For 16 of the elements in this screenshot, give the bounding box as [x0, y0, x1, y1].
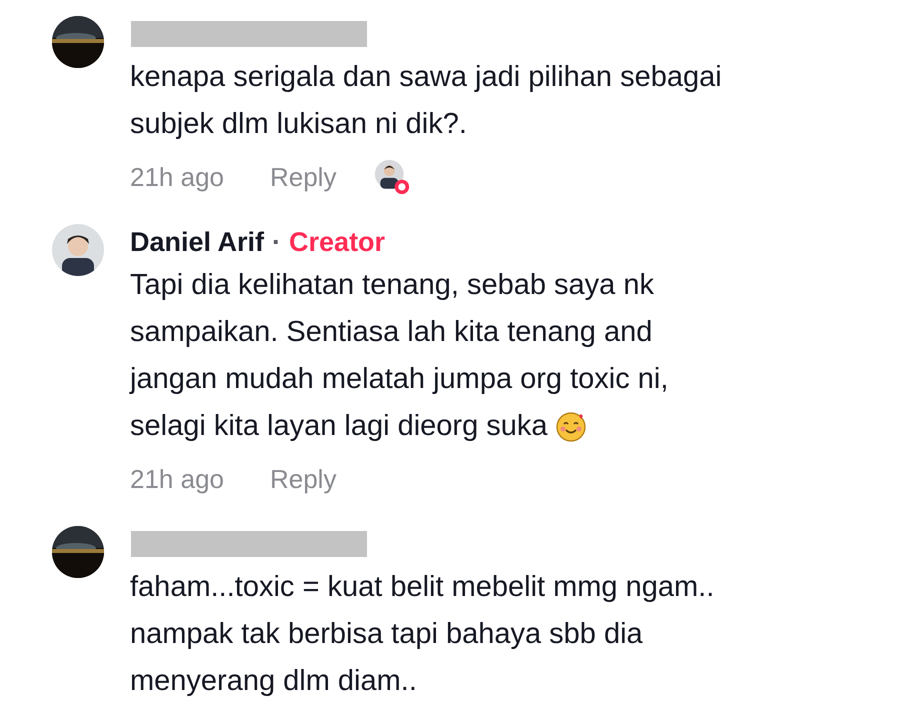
comment-text: kenapa serigala dan sawa jadi pilihan sebagai [130, 60, 722, 95]
separator-dot: · [272, 226, 282, 258]
reply-link[interactable]: Reply [270, 464, 336, 494]
timestamp: 21h ago [130, 464, 224, 494]
comment-text: selagi kita layan lagi dieorg suka [130, 409, 548, 444]
comment-text: subjek dlm lukisan ni dik?. [130, 107, 467, 142]
timestamp: 21h ago [130, 162, 224, 192]
comment-text: Tapi dia kelihatan tenang, sebab saya nk [130, 268, 654, 303]
comment-text: menyerang dlm diam.. [130, 664, 417, 699]
creator-label: Creator [289, 226, 386, 258]
comment-text: nampak tak berbisa tapi bahaya sbb dia [130, 617, 643, 652]
reply-link[interactable]: Reply [270, 162, 336, 192]
comment-text: sampaikan. Sentiasa lah kita tenang and [130, 315, 652, 350]
comment-text: jangan mudah melatah jumpa org toxic ni, [130, 362, 668, 397]
username[interactable]: Daniel Arif [130, 226, 264, 258]
comment-text: faham...toxic = kuat belit mebelit mmg ngam.. [130, 570, 714, 605]
